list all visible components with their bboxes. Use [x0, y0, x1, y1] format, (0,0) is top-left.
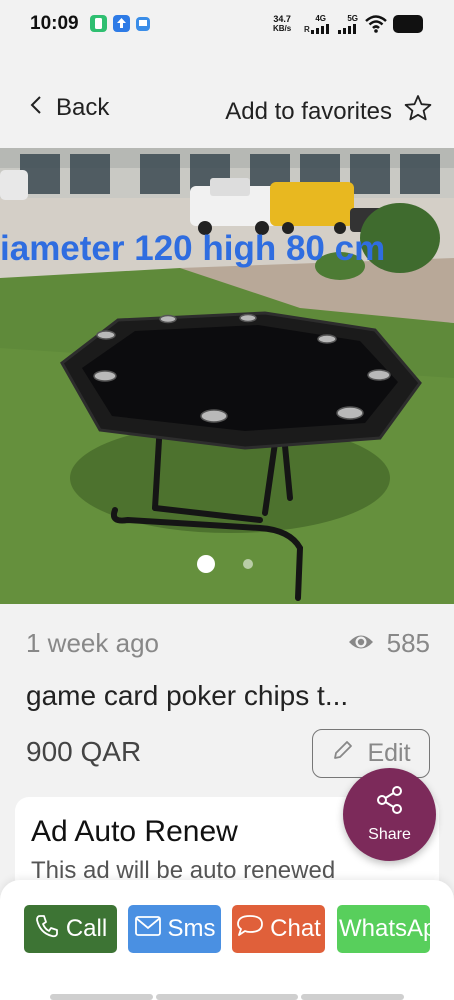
view-count: 585	[347, 628, 430, 659]
signal-4g-label: 4G	[315, 14, 326, 23]
share-label: Share	[368, 826, 411, 843]
star-icon	[404, 94, 432, 129]
chat-label: Chat	[270, 915, 321, 942]
whatsapp-button[interactable]: WhatsApp	[337, 905, 430, 953]
posted-time: 1 week ago	[26, 628, 159, 658]
network-speed-value: 34.7	[273, 14, 291, 24]
listing-price: 900 QAR	[26, 736, 142, 767]
signal-4g-icon: 4G R	[304, 14, 329, 34]
status-time: 10:09	[30, 13, 79, 34]
gallery-dot-1[interactable]	[197, 555, 215, 573]
renew-card-title: Ad Auto Renew	[31, 815, 238, 848]
back-label: Back	[56, 94, 110, 121]
wifi-icon	[364, 14, 388, 39]
photo-caption: iameter 120 high 80 cm	[0, 229, 385, 268]
signal-5g-icon: 5G	[336, 14, 358, 34]
network-speed: 34.7 KB/s	[273, 14, 292, 34]
contact-action-bar: Call Sms Chat WhatsApp	[0, 880, 454, 1000]
eye-icon	[347, 628, 375, 659]
sms-button[interactable]: Sms	[128, 905, 221, 953]
nav-gesture-segment	[50, 994, 153, 1000]
chat-button[interactable]: Chat	[232, 905, 325, 953]
battery-saver-icon	[90, 15, 107, 32]
nav-gesture-segment	[301, 994, 404, 1000]
status-bar: 10:09 34.7 KB/s 4G R 5G	[0, 0, 454, 50]
share-button[interactable]: Share	[343, 768, 436, 861]
add-to-favorites-button[interactable]: Add to favorites	[225, 94, 432, 129]
listing-title: game card poker chips t...	[26, 680, 349, 711]
view-count-value: 585	[386, 628, 430, 658]
upload-app-icon	[113, 15, 130, 32]
nav-gesture-segment	[156, 994, 298, 1000]
signal-5g-label: 5G	[347, 14, 358, 23]
network-speed-unit: KB/s	[273, 24, 292, 33]
chat-bubble-icon	[236, 913, 264, 946]
listing-photo-gallery[interactable]: iameter 120 high 80 cm	[0, 148, 454, 604]
back-button[interactable]: Back	[30, 94, 109, 122]
header-bar: Back Add to favorites	[0, 78, 454, 142]
message-app-icon	[136, 17, 150, 31]
poker-table-photo: iameter 120 high 80 cm	[0, 148, 454, 604]
whatsapp-label: WhatsApp	[339, 915, 430, 942]
phone-icon	[34, 913, 60, 946]
gallery-dot-2[interactable]	[243, 559, 253, 569]
edit-label: Edit	[367, 739, 411, 767]
share-icon	[375, 785, 405, 820]
chevron-left-icon	[30, 94, 42, 122]
listing-meta: 1 week ago 585	[26, 624, 430, 664]
pencil-icon	[331, 738, 355, 769]
envelope-icon	[134, 915, 162, 944]
battery-icon	[393, 15, 423, 33]
call-button[interactable]: Call	[24, 905, 117, 953]
call-label: Call	[65, 915, 108, 942]
favorites-label: Add to favorites	[225, 97, 392, 125]
sms-label: Sms	[167, 915, 216, 942]
